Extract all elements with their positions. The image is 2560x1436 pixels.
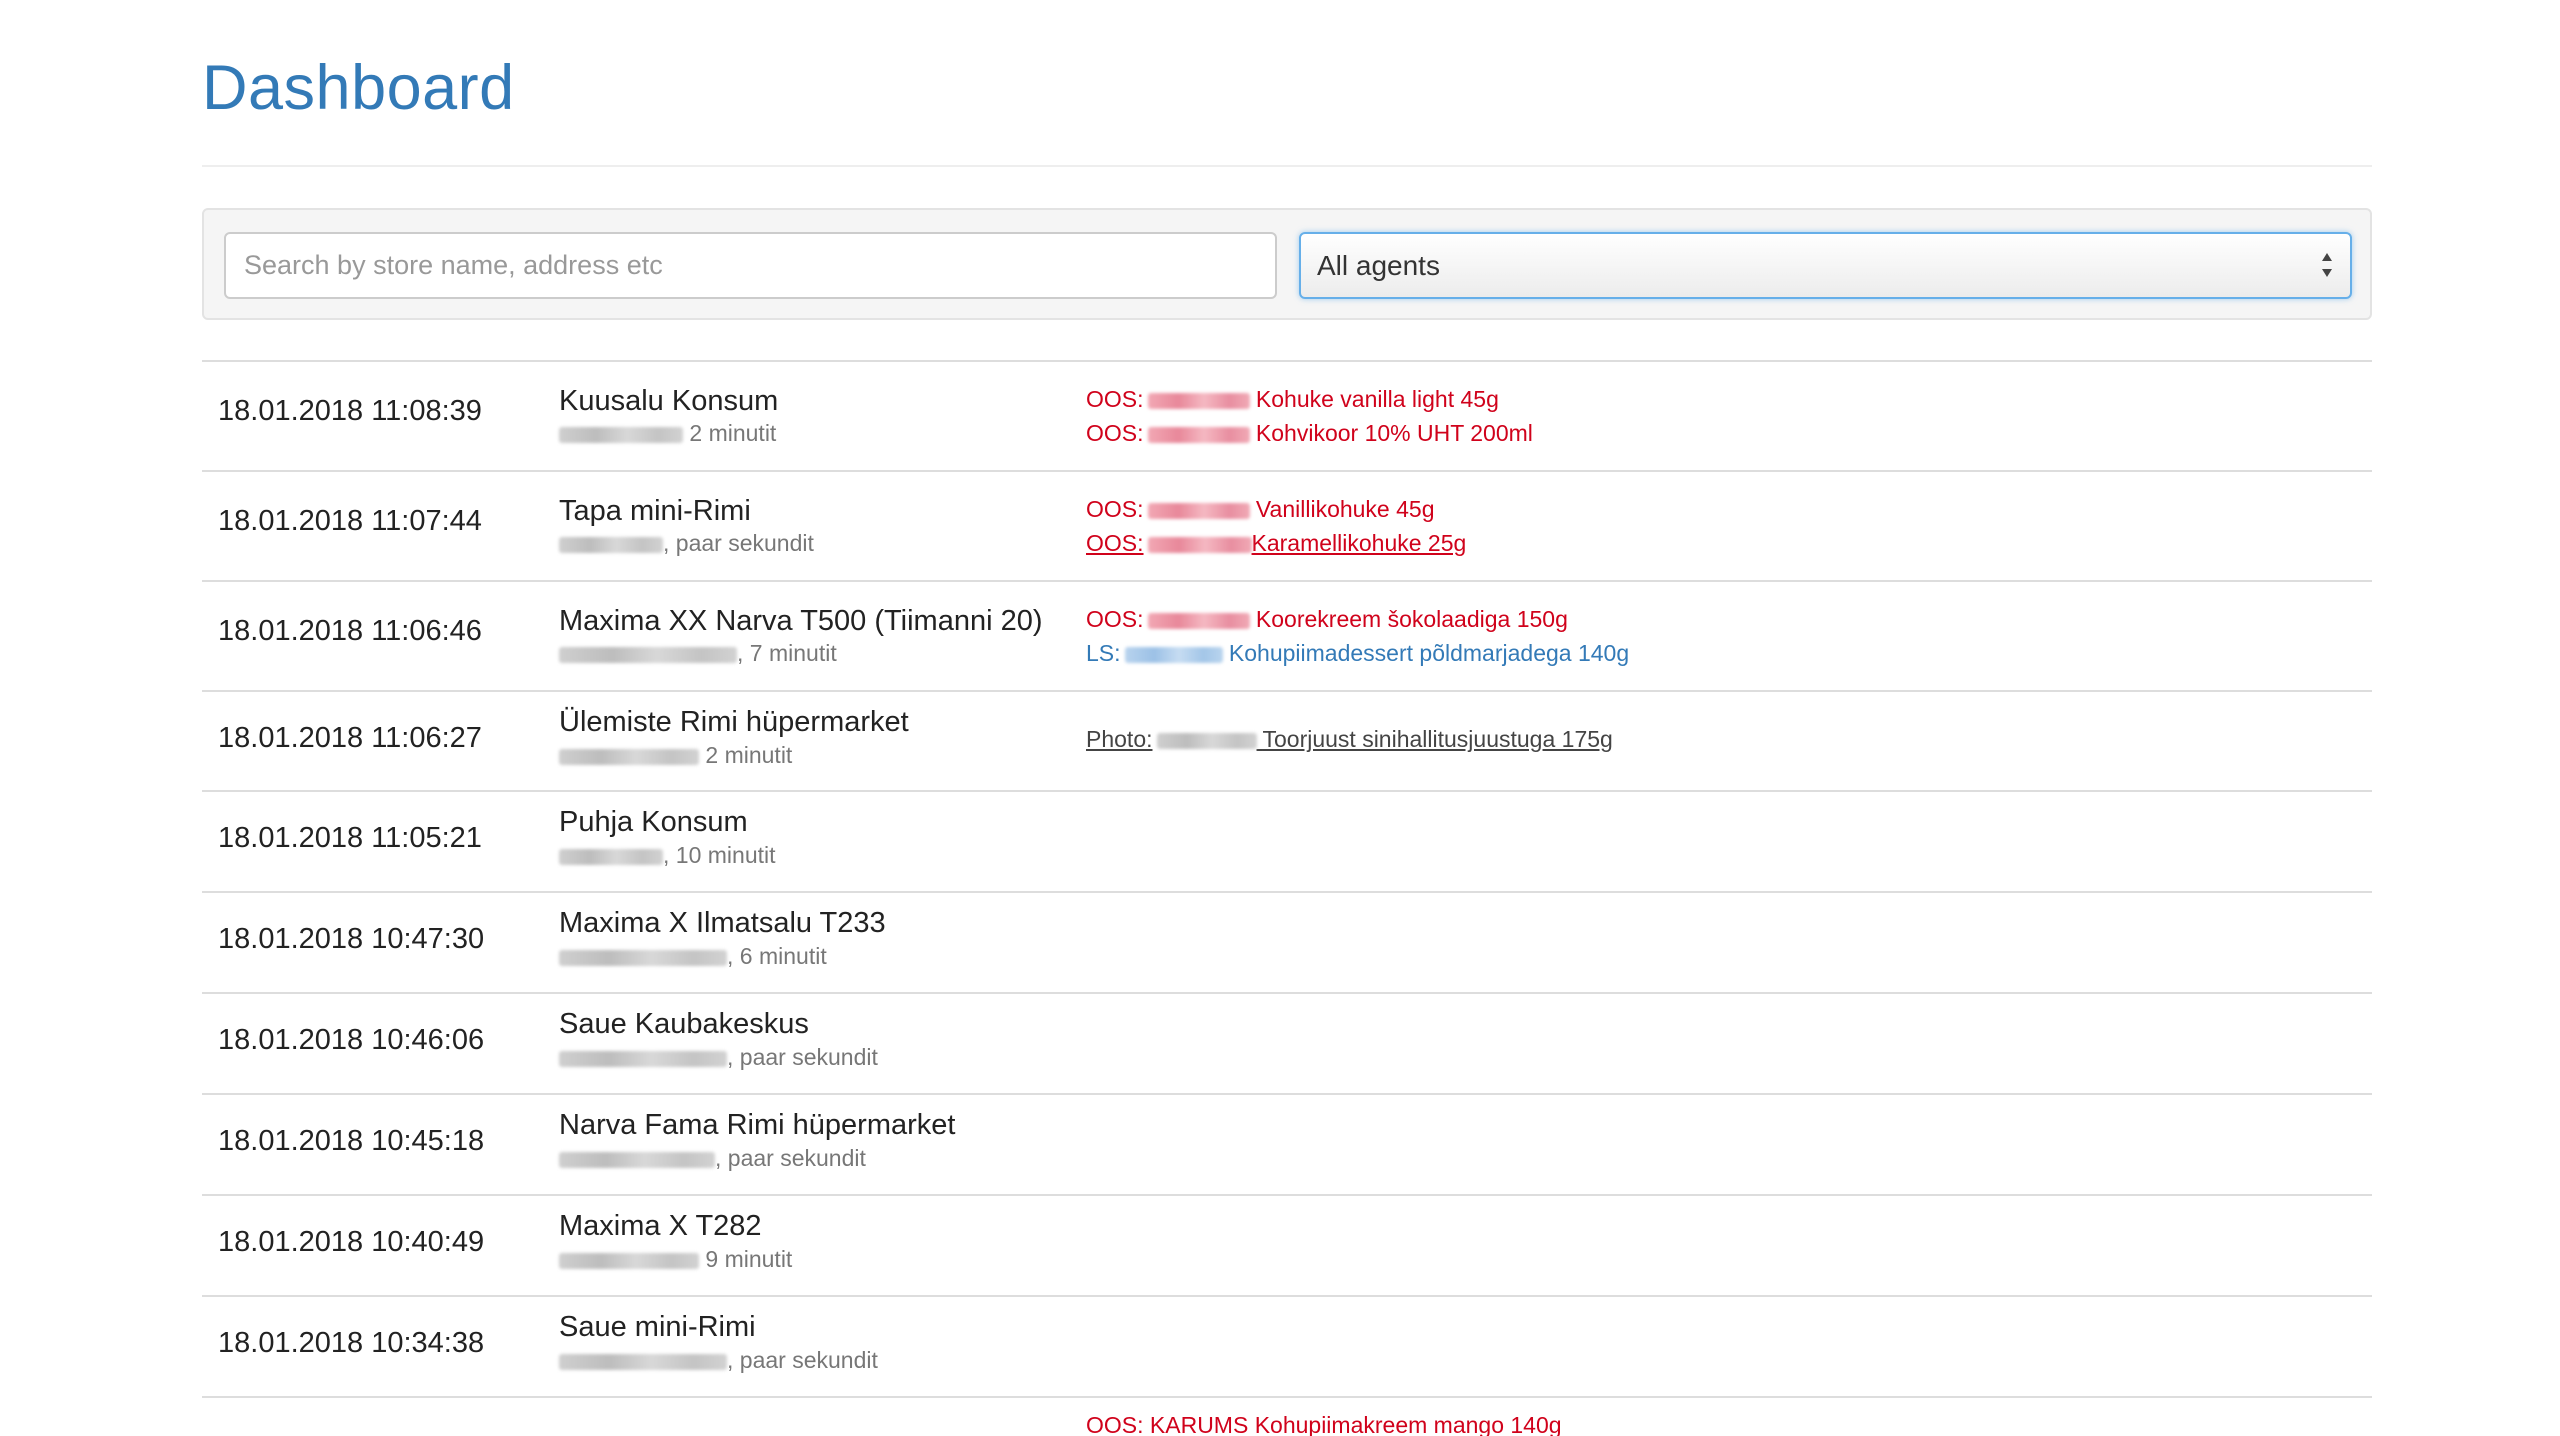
visit-time: 18.01.2018 10:40:49	[218, 1226, 485, 1258]
visit-time: 18.01.2018 11:06:27	[218, 722, 482, 754]
store-meta: 9 minutit	[559, 1246, 792, 1273]
store-name[interactable]: Kuusalu Konsum	[559, 385, 778, 418]
visit-duration: 2 minutit	[689, 420, 777, 446]
visit-duration: , 6 minutit	[727, 943, 827, 969]
visit-time: 18.01.2018 11:07:44	[218, 505, 482, 537]
redacted-brand	[1147, 536, 1252, 553]
visit-time: 18.01.2018 10:34:38	[218, 1327, 485, 1359]
visit-row[interactable]: 18.01.2018 10:46:06 Saue Kaubakeskus , p…	[202, 992, 2372, 1093]
store-meta: 2 minutit	[559, 742, 792, 769]
filter-panel: All agents	[202, 208, 2372, 320]
note-oos[interactable]: OOS: Vanillikohuke 45g	[1086, 496, 1435, 523]
visit-time: 18.01.2018 11:06:46	[218, 615, 482, 647]
visit-row[interactable]: 18.01.2018 10:34:38 Saue mini-Rimi , paa…	[202, 1295, 2372, 1396]
note-oos[interactable]: OOS: KARUMS Kohupiimakreem mango 140g	[1086, 1412, 1562, 1436]
store-name[interactable]: Saue mini-Rimi	[559, 1311, 756, 1344]
store-name[interactable]: Maxima XX Narva T500 (Tiimanni 20)	[559, 605, 1043, 638]
redacted-agent	[559, 748, 699, 765]
visit-time: 18.01.2018 10:46:06	[218, 1024, 485, 1056]
store-name[interactable]: Tapa mini-Rimi	[559, 495, 751, 528]
note-oos[interactable]: OOS: Koorekreem šokolaadiga 150g	[1086, 606, 1568, 633]
redacted-agent	[559, 1151, 715, 1168]
redacted-agent	[559, 1252, 699, 1269]
store-meta: 2 minutit	[559, 420, 776, 447]
visit-time: 18.01.2018 10:47:30	[218, 923, 485, 955]
redacted-agent	[559, 848, 663, 865]
search-input[interactable]	[224, 232, 1277, 299]
store-name[interactable]: Saue Kaubakeskus	[559, 1008, 809, 1041]
store-name[interactable]: Puhja Konsum	[559, 806, 748, 839]
redacted-agent	[559, 426, 683, 443]
note-photo-link[interactable]: Photo: Toorjuust sinihallitusjuustuga 17…	[1086, 726, 1613, 753]
visit-row[interactable]: 18.01.2018 10:45:18 Narva Fama Rimi hüpe…	[202, 1093, 2372, 1194]
visit-duration: , paar sekundit	[727, 1044, 878, 1070]
store-meta: , 6 minutit	[559, 943, 827, 970]
agent-select[interactable]: All agents	[1299, 232, 2352, 299]
visit-row[interactable]: 18.01.2018 11:06:46 Maxima XX Narva T500…	[202, 580, 2372, 690]
store-meta: , paar sekundit	[559, 1145, 866, 1172]
redacted-brand	[1147, 612, 1250, 629]
visits-list: 18.01.2018 11:08:39 Kuusalu Konsum 2 min…	[202, 360, 2372, 1436]
redacted-agent	[559, 536, 663, 553]
visit-row[interactable]: 18.01.2018 10:47:30 Maxima X Ilmatsalu T…	[202, 891, 2372, 992]
visit-row[interactable]: 18.01.2018 11:07:44 Tapa mini-Rimi , paa…	[202, 470, 2372, 580]
redacted-agent	[559, 1353, 727, 1370]
redacted-agent	[559, 949, 727, 966]
note-oos[interactable]: OOS: Kohvikoor 10% UHT 200ml	[1086, 420, 1533, 447]
note-oos[interactable]: OOS: Kohuke vanilla light 45g	[1086, 386, 1499, 413]
redacted-agent	[559, 1050, 727, 1067]
visit-row[interactable]: 18.01.2018 10:40:49 Maxima X T282 9 minu…	[202, 1194, 2372, 1295]
visit-row[interactable]: 18.01.2018 11:06:27 Ülemiste Rimi hüperm…	[202, 690, 2372, 790]
store-name[interactable]: Maxima X Ilmatsalu T233	[559, 907, 886, 940]
store-name[interactable]: Narva Fama Rimi hüpermarket	[559, 1109, 955, 1142]
store-meta: , paar sekundit	[559, 1347, 878, 1374]
redacted-brand	[1147, 426, 1250, 443]
visit-time: 18.01.2018 11:05:21	[218, 822, 482, 854]
visit-row[interactable]: 18.01.2018 11:05:21 Puhja Konsum , 10 mi…	[202, 790, 2372, 891]
redacted-brand	[1156, 732, 1257, 749]
visit-row-partial[interactable]: OOS: KARUMS Kohupiimakreem mango 140g	[202, 1396, 2372, 1436]
store-name[interactable]: Maxima X T282	[559, 1210, 762, 1243]
redacted-brand	[1147, 502, 1250, 519]
store-meta: , 7 minutit	[559, 640, 837, 667]
store-name[interactable]: Ülemiste Rimi hüpermarket	[559, 706, 909, 739]
redacted-agent	[559, 646, 737, 663]
redacted-brand	[1147, 392, 1250, 409]
redacted-brand	[1124, 646, 1223, 663]
store-meta: , paar sekundit	[559, 530, 814, 557]
visit-duration: , 7 minutit	[737, 640, 837, 666]
visit-row[interactable]: 18.01.2018 11:08:39 Kuusalu Konsum 2 min…	[202, 360, 2372, 470]
store-meta: , paar sekundit	[559, 1044, 878, 1071]
note-ls[interactable]: LS: Kohupiimadessert põldmarjadega 140g	[1086, 640, 1629, 667]
visit-time: 18.01.2018 10:45:18	[218, 1125, 485, 1157]
visit-duration: , 10 minutit	[663, 842, 776, 868]
note-oos-link[interactable]: OOS: Karamellikohuke 25g	[1086, 530, 1466, 557]
visit-duration: 2 minutit	[705, 742, 793, 768]
select-arrows-icon	[2322, 253, 2332, 277]
agent-select-value: All agents	[1317, 250, 1440, 281]
store-meta: , 10 minutit	[559, 842, 776, 869]
title-divider	[202, 165, 2372, 167]
page-title: Dashboard	[202, 53, 515, 123]
visit-duration: , paar sekundit	[663, 530, 814, 556]
visit-time: 18.01.2018 11:08:39	[218, 395, 482, 427]
visit-duration: 9 minutit	[705, 1246, 793, 1272]
visit-duration: , paar sekundit	[715, 1145, 866, 1171]
visit-duration: , paar sekundit	[727, 1347, 878, 1373]
